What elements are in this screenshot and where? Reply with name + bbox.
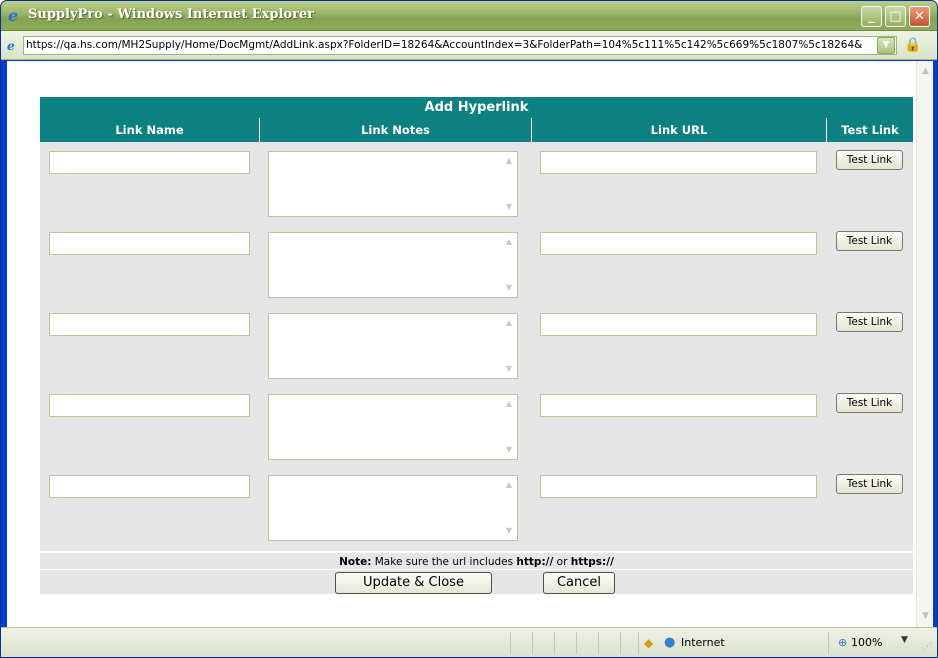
globe-icon: ●: [664, 635, 676, 650]
resize-grip-icon[interactable]: ⋰: [923, 642, 932, 652]
status-divider: [510, 632, 511, 654]
status-bar: ◆ ● Internet ⊕ 100% ▼ ⋰: [1, 627, 937, 657]
link-row: ▲ ▼ Test Link: [40, 470, 913, 551]
note-text: Make sure the url includes: [374, 556, 514, 568]
status-divider: [828, 632, 829, 654]
status-divider: [532, 632, 533, 654]
scroll-down-arrow-icon[interactable]: ▼: [502, 362, 516, 376]
note-label: Note:: [339, 556, 372, 568]
address-dropdown-button[interactable]: ▼: [877, 37, 895, 54]
link-notes-textarea[interactable]: ▲ ▼: [268, 151, 518, 217]
update-close-button[interactable]: Update & Close: [335, 572, 492, 594]
link-notes-textarea[interactable]: ▲ ▼: [268, 394, 518, 460]
link-rows: ▲ ▼ Test Link ▲ ▼ Test Link ▲ ▼ Test Link: [40, 142, 913, 551]
link-url-input[interactable]: [540, 394, 817, 417]
scroll-up-arrow-icon[interactable]: ▲: [918, 64, 933, 79]
link-url-input[interactable]: [540, 475, 817, 498]
lock-icon[interactable]: 🔒: [904, 38, 921, 53]
address-bar: e https://qa.hs.com/MH2Supply/Home/DocMg…: [1, 31, 937, 60]
action-buttons: Update & Close Cancel: [40, 569, 913, 594]
link-url-input[interactable]: [540, 232, 817, 255]
link-notes-textarea[interactable]: ▲ ▼: [268, 475, 518, 541]
status-divider: [620, 632, 621, 654]
link-name-input[interactable]: [49, 394, 250, 417]
column-header-link-url: Link URL: [531, 118, 826, 142]
status-divider: [638, 632, 639, 654]
maximize-button[interactable]: □: [885, 6, 906, 27]
link-name-input[interactable]: [49, 475, 250, 498]
column-header-link-name: Link Name: [40, 118, 259, 142]
scroll-up-arrow-icon[interactable]: ▲: [502, 235, 516, 249]
column-header-link-notes: Link Notes: [259, 118, 531, 142]
close-button[interactable]: ✕: [909, 6, 930, 27]
zoom-level[interactable]: 100%: [851, 636, 882, 649]
scroll-up-arrow-icon[interactable]: ▲: [502, 478, 516, 492]
scroll-up-arrow-icon[interactable]: ▲: [502, 154, 516, 168]
scroll-up-arrow-icon[interactable]: ▲: [502, 316, 516, 330]
add-hyperlink-form: Add Hyperlink Link Name Link Notes Link …: [40, 97, 913, 594]
test-link-button[interactable]: Test Link: [836, 474, 903, 494]
cancel-button[interactable]: Cancel: [543, 572, 615, 594]
note-or: or: [556, 556, 568, 568]
scroll-down-arrow-icon[interactable]: ▼: [502, 443, 516, 457]
scroll-down-arrow-icon[interactable]: ▼: [502, 281, 516, 295]
link-row: ▲ ▼ Test Link: [40, 227, 913, 308]
browser-window: e SupplyPro - Windows Internet Explorer …: [0, 0, 938, 658]
page-content: ▲ ▼ Add Hyperlink Link Name Link Notes L…: [7, 61, 933, 627]
scroll-down-arrow-icon[interactable]: ▼: [502, 524, 516, 538]
minimize-button[interactable]: _: [861, 6, 882, 27]
test-link-button[interactable]: Test Link: [836, 231, 903, 251]
link-row: ▲ ▼ Test Link: [40, 308, 913, 389]
test-link-button[interactable]: Test Link: [836, 150, 903, 170]
column-headers: Link Name Link Notes Link URL Test Link: [40, 118, 913, 142]
magnifier-icon[interactable]: ⊕: [838, 636, 847, 650]
link-name-input[interactable]: [49, 313, 250, 336]
title-bar[interactable]: e SupplyPro - Windows Internet Explorer …: [1, 1, 937, 31]
test-link-button[interactable]: Test Link: [836, 312, 903, 332]
status-divider: [576, 632, 577, 654]
link-notes-textarea[interactable]: ▲ ▼: [268, 232, 518, 298]
scroll-down-arrow-icon[interactable]: ▼: [502, 200, 516, 214]
link-name-input[interactable]: [49, 232, 250, 255]
note-http: http://: [516, 556, 554, 568]
link-url-input[interactable]: [540, 313, 817, 336]
zoom-dropdown-icon[interactable]: ▼: [901, 635, 908, 645]
link-url-input[interactable]: [540, 151, 817, 174]
form-title: Add Hyperlink: [40, 97, 913, 118]
test-link-button[interactable]: Test Link: [836, 393, 903, 413]
protected-mode-icon[interactable]: ◆: [644, 636, 658, 650]
column-header-test-link: Test Link: [826, 118, 913, 142]
note-https: https://: [570, 556, 614, 568]
link-row: ▲ ▼ Test Link: [40, 146, 913, 227]
ie-icon: e: [8, 6, 19, 25]
scroll-up-arrow-icon[interactable]: ▲: [502, 397, 516, 411]
window-title: SupplyPro - Windows Internet Explorer: [28, 7, 315, 22]
page-icon: e: [7, 39, 15, 53]
address-field[interactable]: https://qa.hs.com/MH2Supply/Home/DocMgmt…: [23, 36, 897, 55]
link-name-input[interactable]: [49, 151, 250, 174]
link-notes-textarea[interactable]: ▲ ▼: [268, 313, 518, 379]
scroll-down-arrow-icon[interactable]: ▼: [918, 609, 933, 624]
link-row: ▲ ▼ Test Link: [40, 389, 913, 470]
status-divider: [554, 632, 555, 654]
status-divider: [598, 632, 599, 654]
url-note: Note: Make sure the url includes http://…: [40, 551, 913, 569]
security-zone[interactable]: Internet: [681, 636, 725, 649]
page-scrollbar[interactable]: ▲ ▼: [916, 61, 933, 627]
